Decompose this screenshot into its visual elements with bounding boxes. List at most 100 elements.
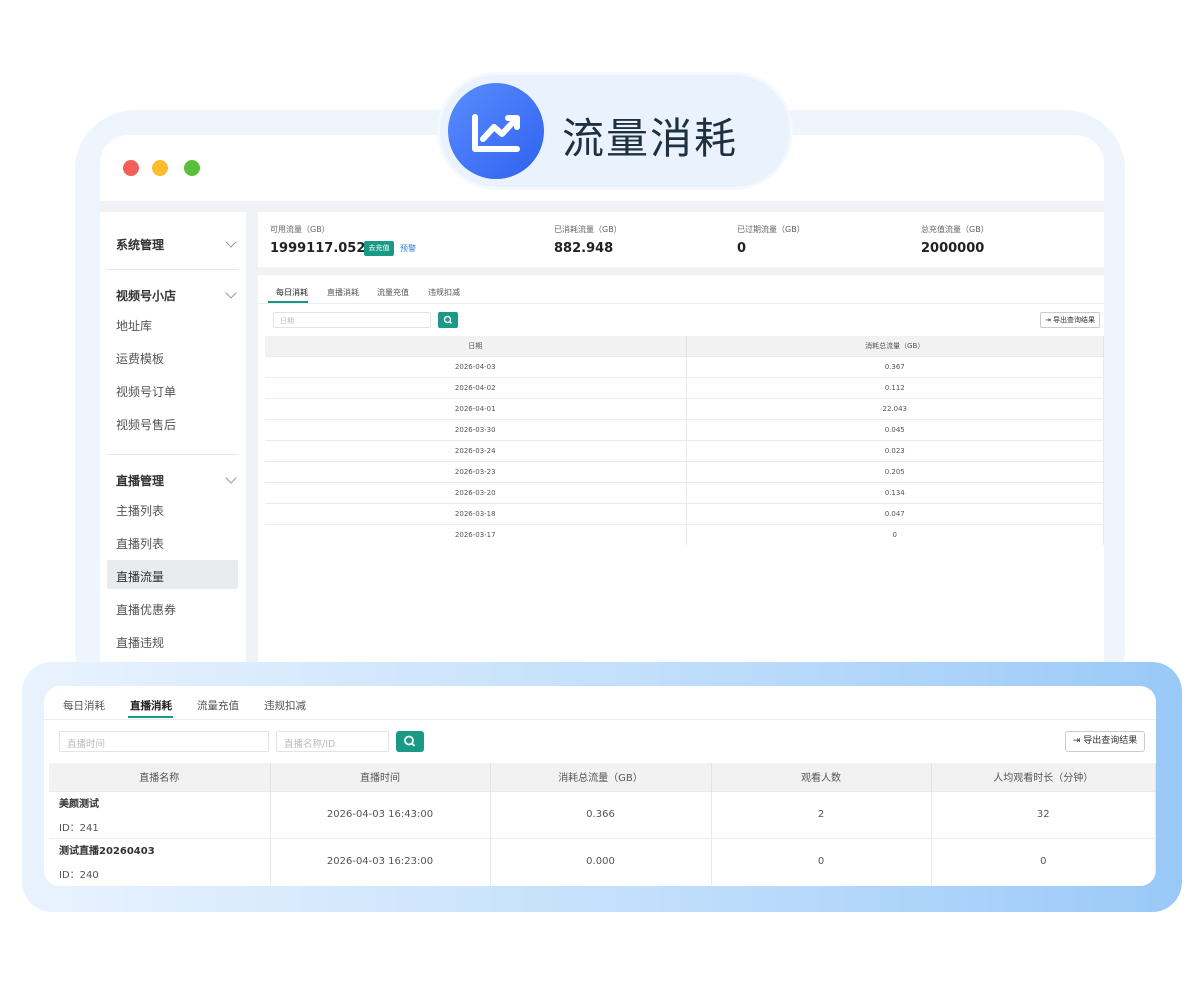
date-cell: 2026-04-03 [265,355,687,377]
search-button[interactable] [438,312,458,328]
tab-violation[interactable]: 违规扣减 [264,698,306,713]
sidebar-group-shop[interactable]: 视频号小店 [116,287,176,304]
date-cell: 2026-03-30 [265,418,687,440]
total-traffic-value: 2000000 [921,241,985,256]
chevron-down-icon[interactable] [225,236,237,248]
available-traffic-label: 可用流量（GB） [270,225,330,234]
stats-panel: 可用流量（GB） 1999117.052 去充值 预警 已消耗流量（GB） 88… [258,212,1104,267]
traffic-cell: 22.043 [686,397,1104,419]
export-button[interactable]: ⇥ 导出查询结果 [1065,731,1145,752]
sidebar-item-address[interactable]: 地址库 [116,317,152,334]
traffic-cell: 0.023 [686,439,1104,461]
sidebar-item-anchors[interactable]: 主播列表 [116,502,164,519]
daily-consumption-panel: 每日消耗 直播消耗 流量充值 违规扣减 日期 ⇥ 导出查询结果 日期 消耗总流量… [258,275,1104,695]
traffic-cell: 0.367 [686,355,1104,377]
export-icon: ⇥ [1044,316,1054,324]
date-cell: 2026-03-18 [265,502,687,524]
sidebar-item-shipping-template[interactable]: 运费模板 [116,350,164,367]
live-consumption-panel: 每日消耗 直播消耗 流量充值 违规扣减 直播时间 直播名称/ID ⇥ 导出查询结… [44,686,1156,886]
tab-recharge[interactable]: 流量充值 [197,698,239,713]
live-name-input[interactable]: 直播名称/ID [276,731,389,752]
table-row: 测试直播20260403 ID：240 2026-04-03 16:23:00 … [49,837,1156,885]
tab-recharge[interactable]: 流量充值 [377,287,409,298]
sidebar-item-live-traffic[interactable]: 直播流量 [116,568,164,585]
traffic-cell: 0.047 [686,502,1104,524]
tab-violation[interactable]: 违规扣减 [428,287,460,298]
sidebar-group-system[interactable]: 系统管理 [116,236,164,253]
maximize-window-button[interactable] [184,160,200,176]
live-time-cell: 2026-04-03 16:43:00 [270,790,491,838]
chevron-down-icon[interactable] [225,472,237,484]
table-row: 美颜测试 ID：241 2026-04-03 16:43:00 0.366 2 … [49,790,1156,838]
avg-duration-cell: 0 [931,837,1156,885]
divider [107,269,238,270]
live-name: 美颜测试 [59,799,99,810]
tab-live[interactable]: 直播消耗 [327,287,359,298]
date-cell: 2026-03-24 [265,439,687,461]
sidebar-item-orders[interactable]: 视频号订单 [116,383,176,400]
table-row: 2026-04-01 22.043 [265,397,1104,419]
divider [107,454,238,455]
warning-link[interactable]: 预警 [400,243,416,254]
tab-daily[interactable]: 每日消耗 [276,287,308,298]
search-icon [404,735,416,747]
live-id: ID：241 [59,823,99,834]
sidebar-item-live-violations[interactable]: 直播违规 [116,634,164,651]
avg-duration-cell: 32 [931,790,1156,838]
search-icon [443,315,452,324]
traffic-cell: 0.112 [686,376,1104,398]
sidebar-group-live[interactable]: 直播管理 [116,472,164,489]
app-window: 系统管理 视频号小店 地址库 运费模板 视频号订单 视频号售后 直播管理 主播列… [100,135,1104,695]
table-row: 2026-03-20 0.134 [265,481,1104,503]
date-cell: 2026-04-01 [265,397,687,419]
recharge-button[interactable]: 去充值 [364,241,394,256]
table-row: 2026-03-30 0.045 [265,418,1104,440]
live-name: 测试直播20260403 [59,846,155,858]
tab-live[interactable]: 直播消耗 [130,698,172,713]
live-name-cell: 美颜测试 ID：241 [49,790,271,838]
export-label: 导出查询结果 [1083,736,1138,746]
divider [44,719,1156,720]
chart-line-icon-svg [472,114,520,152]
traffic-cell: 0.205 [686,460,1104,482]
viewers-cell: 0 [711,837,932,885]
consumed-traffic-value: 882.948 [554,241,614,256]
search-button[interactable] [396,731,424,752]
live-time-input[interactable]: 直播时间 [59,731,269,752]
chevron-down-icon[interactable] [225,287,237,299]
minimize-window-button[interactable] [152,160,168,176]
date-filter-input[interactable]: 日期 [273,312,431,328]
column-header: 直播时间 [270,763,491,791]
table-row: 2026-03-18 0.047 [265,502,1104,524]
chart-line-icon [448,83,544,179]
daily-table: 日期 消耗总流量（GB） 2026-04-03 0.367 2026-04-02 0… [265,336,1104,545]
feature-badge: 流量消耗 [440,75,790,187]
table-row: 2026-03-23 0.205 [265,460,1104,482]
export-icon: ⇥ [1072,736,1084,746]
export-label: 导出查询结果 [1053,316,1096,324]
traffic-cell: 0.134 [686,481,1104,503]
feature-title: 流量消耗 [562,114,739,163]
column-header: 消耗总流量（GB） [490,763,712,791]
traffic-cell: 0.045 [686,418,1104,440]
column-header: 人均观看时长（分钟） [931,763,1156,791]
sidebar-item-live-list[interactable]: 直播列表 [116,535,164,552]
table-row: 2026-04-03 0.367 [265,355,1104,377]
column-header: 消耗总流量（GB） [686,336,1104,356]
date-cell: 2026-03-20 [265,481,687,503]
date-cell: 2026-03-23 [265,460,687,482]
viewers-cell: 2 [711,790,932,838]
column-header: 观看人数 [711,763,932,791]
active-tab-underline [128,716,173,718]
tab-daily[interactable]: 每日消耗 [63,698,105,713]
sidebar-item-live-coupons[interactable]: 直播优惠券 [116,601,176,618]
close-window-button[interactable] [123,160,139,176]
export-button[interactable]: ⇥ 导出查询结果 [1040,312,1100,328]
traffic-cell: 0.366 [490,790,712,838]
live-time-cell: 2026-04-03 16:23:00 [270,837,491,885]
live-id: ID：240 [59,870,99,882]
divider [258,303,1104,304]
expired-traffic-label: 已过期流量（GB） [737,225,805,234]
live-table: 直播名称 直播时间 消耗总流量（GB） 观看人数 人均观看时长（分钟） 美颜测试… [49,763,1156,885]
sidebar-item-aftersale[interactable]: 视频号售后 [116,416,176,433]
